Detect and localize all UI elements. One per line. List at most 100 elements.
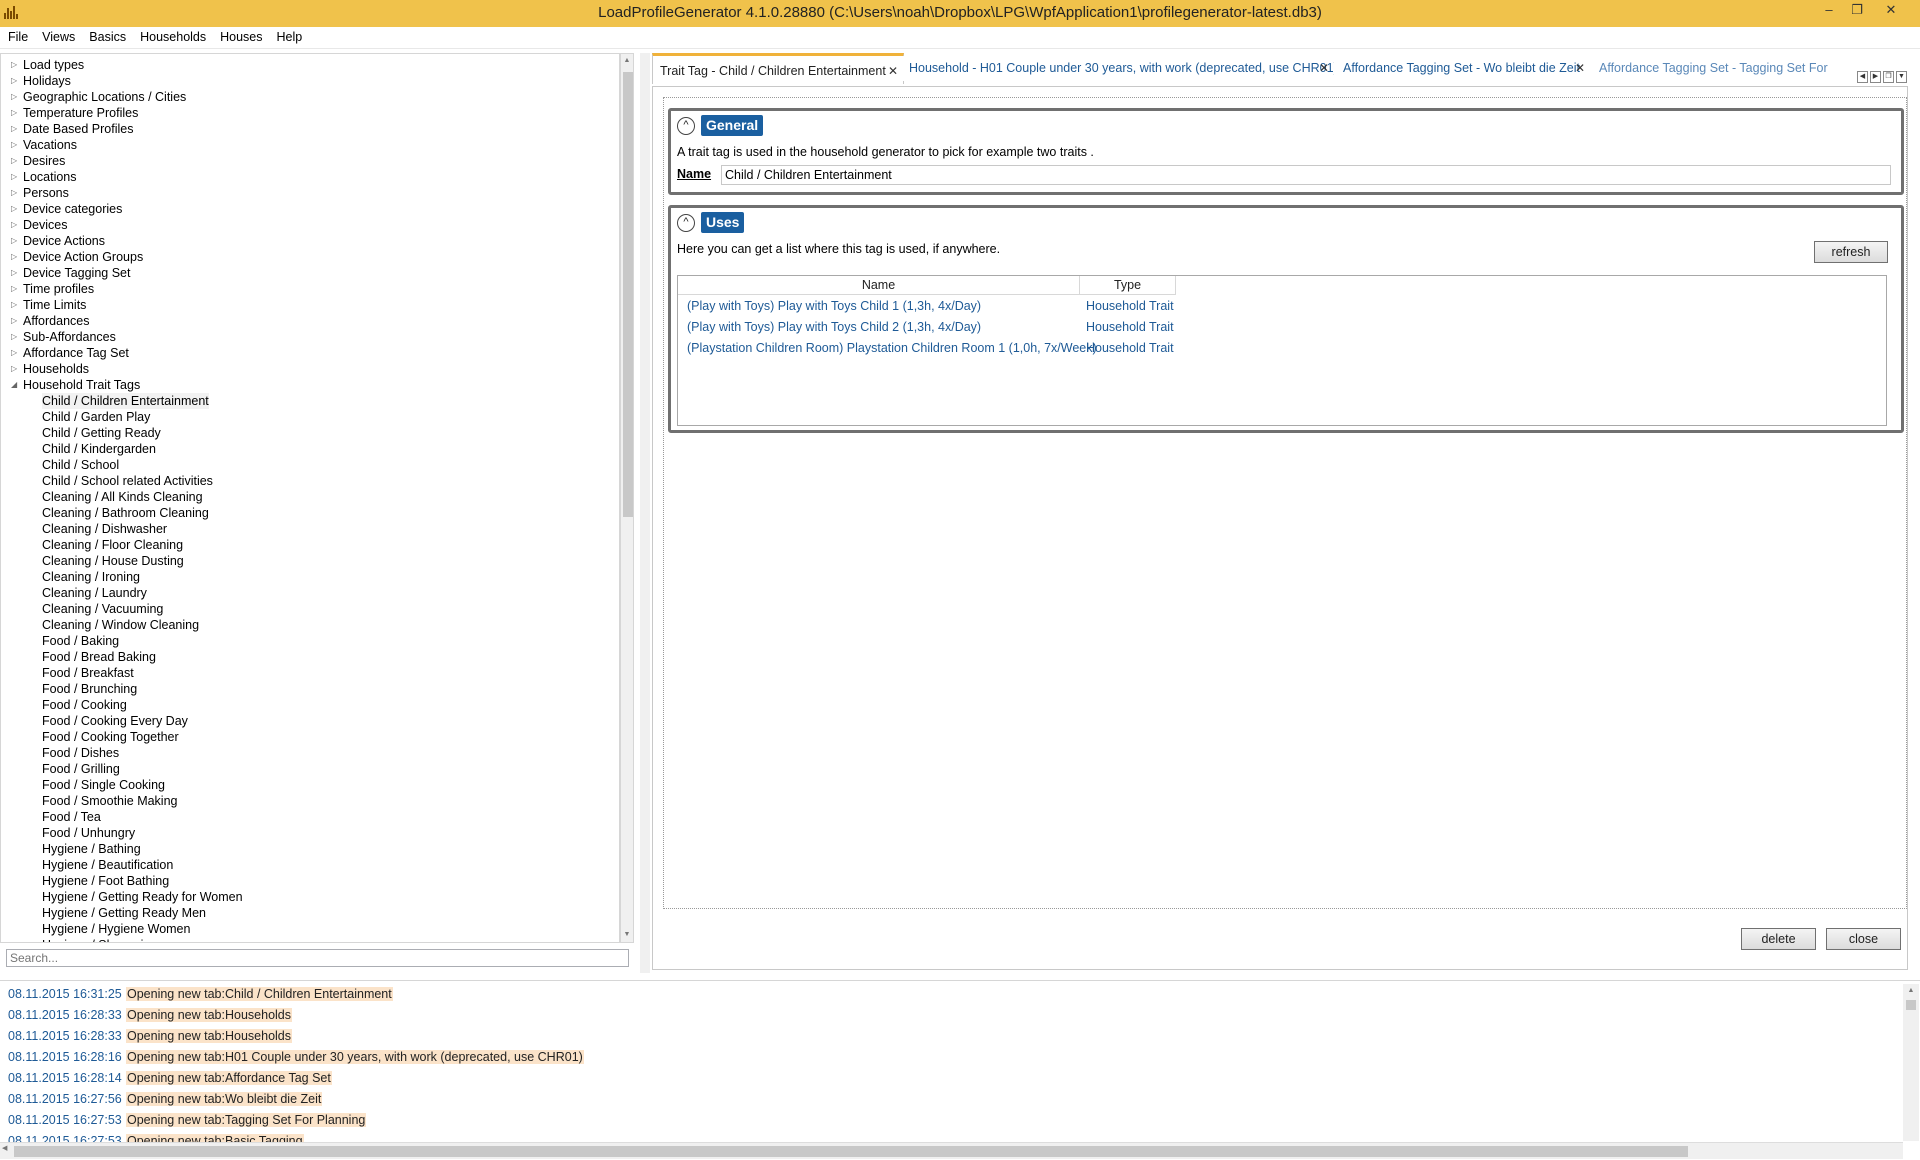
scroll-up-icon[interactable]: ▲ xyxy=(621,54,633,68)
expand-arrow-icon[interactable]: ▷ xyxy=(11,281,19,297)
table-row-name[interactable]: (Play with Toys) Play with Toys Child 2 … xyxy=(687,317,981,337)
expand-arrow-icon[interactable]: ▷ xyxy=(11,105,19,121)
tree-item[interactable]: ▷ Households xyxy=(11,361,89,377)
tab-household[interactable]: Household - H01 Couple under 30 years, w… xyxy=(902,56,1334,81)
tree-item[interactable]: Hygiene / Hygiene Women xyxy=(42,921,190,937)
tab-trait-tag[interactable]: Trait Tag - Child / Children Entertainme… xyxy=(652,53,904,84)
panel-splitter[interactable] xyxy=(640,53,650,973)
tab-window-icon[interactable]: ❐ xyxy=(1883,71,1894,83)
expand-arrow-icon[interactable]: ▷ xyxy=(11,345,19,361)
tree-search-input[interactable] xyxy=(6,949,629,967)
tree-item[interactable]: ▷ Sub-Affordances xyxy=(11,329,116,345)
expand-arrow-icon[interactable]: ▷ xyxy=(11,121,19,137)
table-row-type[interactable]: Household Trait xyxy=(1086,296,1174,316)
tree-item[interactable]: Hygiene / Foot Bathing xyxy=(42,873,169,889)
tree-item[interactable]: ▷ Desires xyxy=(11,153,65,169)
tree-item[interactable]: ▷ Affordance Tag Set xyxy=(11,345,129,361)
table-row-name[interactable]: (Playstation Children Room) Playstation … xyxy=(687,338,1097,358)
tree-item[interactable]: ▷ Date Based Profiles xyxy=(11,121,133,137)
tree-item[interactable]: Child / School xyxy=(42,457,119,473)
tree-item[interactable]: Food / Grilling xyxy=(42,761,120,777)
horizontal-scrollbar[interactable]: ◀ xyxy=(0,1142,1903,1159)
scroll-down-icon[interactable]: ▼ xyxy=(621,928,633,942)
tree-item[interactable]: Cleaning / Laundry xyxy=(42,585,147,601)
menu-file[interactable]: File xyxy=(1,27,35,48)
expand-arrow-icon[interactable]: ▷ xyxy=(11,233,19,249)
expand-arrow-icon[interactable]: ▷ xyxy=(11,297,19,313)
tab-scroll-left-icon[interactable]: ◀ xyxy=(1857,71,1868,83)
tree-item[interactable]: Hygiene / Getting Ready for Women xyxy=(42,889,243,905)
tree-item[interactable]: Food / Brunching xyxy=(42,681,137,697)
log-scrollbar[interactable]: ▲ xyxy=(1903,984,1919,1141)
expanded-arrow-icon[interactable]: ◢ xyxy=(11,377,19,393)
tree-item[interactable]: ▷ Time Limits xyxy=(11,297,86,313)
tree-item[interactable]: ◢ Household Trait Tags xyxy=(11,377,140,393)
tree-item[interactable]: Child / School related Activities xyxy=(42,473,213,489)
collapse-chevron-icon[interactable]: ^ xyxy=(677,117,695,135)
tree-item[interactable]: ▷ Geographic Locations / Cities xyxy=(11,89,186,105)
tree-item[interactable]: Food / Dishes xyxy=(42,745,119,761)
tab-scroll-right-icon[interactable]: ▶ xyxy=(1870,71,1881,83)
tree-item[interactable]: Cleaning / Ironing xyxy=(42,569,140,585)
tree-item[interactable]: Food / Cooking xyxy=(42,697,127,713)
tree-item[interactable]: ▷ Load types xyxy=(11,57,84,73)
expand-arrow-icon[interactable]: ▷ xyxy=(11,265,19,281)
table-row-type[interactable]: Household Trait xyxy=(1086,338,1174,358)
refresh-button[interactable]: refresh xyxy=(1814,241,1888,263)
menu-houses[interactable]: Houses xyxy=(213,27,269,48)
expand-arrow-icon[interactable]: ▷ xyxy=(11,201,19,217)
expand-arrow-icon[interactable]: ▷ xyxy=(11,329,19,345)
scrollbar-thumb[interactable] xyxy=(14,1146,1688,1157)
collapse-chevron-icon[interactable]: ^ xyxy=(677,214,695,232)
close-tab-icon[interactable]: ✕ xyxy=(1319,56,1329,80)
tree-item[interactable]: Child / Garden Play xyxy=(42,409,150,425)
tree-item[interactable]: Child / Kindergarden xyxy=(42,441,156,457)
expand-arrow-icon[interactable]: ▷ xyxy=(11,153,19,169)
tree-item[interactable]: Cleaning / House Dusting xyxy=(42,553,184,569)
restore-icon[interactable]: ❐ xyxy=(1843,0,1871,22)
tree-item[interactable]: Food / Unhungry xyxy=(42,825,135,841)
scroll-left-icon[interactable]: ◀ xyxy=(2,1144,7,1152)
tree-item[interactable]: Hygiene / Bathing xyxy=(42,841,141,857)
delete-button[interactable]: delete xyxy=(1741,928,1816,950)
tree-scrollbar[interactable]: ▲ ▼ xyxy=(620,53,634,943)
scroll-up-icon[interactable]: ▲ xyxy=(1903,984,1919,998)
menu-households[interactable]: Households xyxy=(133,27,213,48)
expand-arrow-icon[interactable]: ▷ xyxy=(11,169,19,185)
column-header-type[interactable]: Type xyxy=(1080,276,1176,295)
tree-item[interactable]: ▷ Vacations xyxy=(11,137,77,153)
expand-arrow-icon[interactable]: ▷ xyxy=(11,73,19,89)
tab-list-dropdown-icon[interactable]: ▼ xyxy=(1896,71,1907,83)
tree-item[interactable]: Food / Single Cooking xyxy=(42,777,165,793)
tree-item[interactable]: Food / Bread Baking xyxy=(42,649,156,665)
menu-basics[interactable]: Basics xyxy=(82,27,133,48)
minimize-icon[interactable]: – xyxy=(1815,0,1843,22)
tree-item[interactable]: ▷ Affordances xyxy=(11,313,89,329)
menu-views[interactable]: Views xyxy=(35,27,82,48)
close-tab-icon[interactable]: ✕ xyxy=(888,56,898,84)
tree-item[interactable]: Child / Getting Ready xyxy=(42,425,161,441)
tree-item[interactable]: Food / Cooking Together xyxy=(42,729,179,745)
tree-item[interactable]: Cleaning / Bathroom Cleaning xyxy=(42,505,209,521)
tab-affordance-tagging-set[interactable]: Affordance Tagging Set - Tagging Set For… xyxy=(1592,56,1832,81)
table-row-name[interactable]: (Play with Toys) Play with Toys Child 1 … xyxy=(687,296,981,316)
expand-arrow-icon[interactable]: ▷ xyxy=(11,313,19,329)
expand-arrow-icon[interactable]: ▷ xyxy=(11,249,19,265)
tree-item[interactable]: ▷ Holidays xyxy=(11,73,71,89)
scrollbar-thumb[interactable] xyxy=(623,72,633,517)
table-row-type[interactable]: Household Trait xyxy=(1086,317,1174,337)
tree-item[interactable]: Hygiene / Beautification xyxy=(42,857,173,873)
expand-arrow-icon[interactable]: ▷ xyxy=(11,137,19,153)
tree-item[interactable]: Food / Cooking Every Day xyxy=(42,713,188,729)
tree-item[interactable]: Cleaning / Vacuuming xyxy=(42,601,163,617)
tree-item[interactable]: Food / Breakfast xyxy=(42,665,134,681)
tree-item[interactable]: ▷ Time profiles xyxy=(11,281,94,297)
tree-item[interactable]: ▷ Device Actions xyxy=(11,233,105,249)
tree-item[interactable]: Cleaning / Floor Cleaning xyxy=(42,537,183,553)
tree-item[interactable]: Hygiene / Showering xyxy=(42,937,157,942)
close-tab-icon[interactable]: ✕ xyxy=(1575,56,1585,80)
scrollbar-thumb[interactable] xyxy=(1906,1000,1916,1010)
tree-item[interactable]: ▷ Temperature Profiles xyxy=(11,105,138,121)
menu-help[interactable]: Help xyxy=(270,27,310,48)
expand-arrow-icon[interactable]: ▷ xyxy=(11,89,19,105)
